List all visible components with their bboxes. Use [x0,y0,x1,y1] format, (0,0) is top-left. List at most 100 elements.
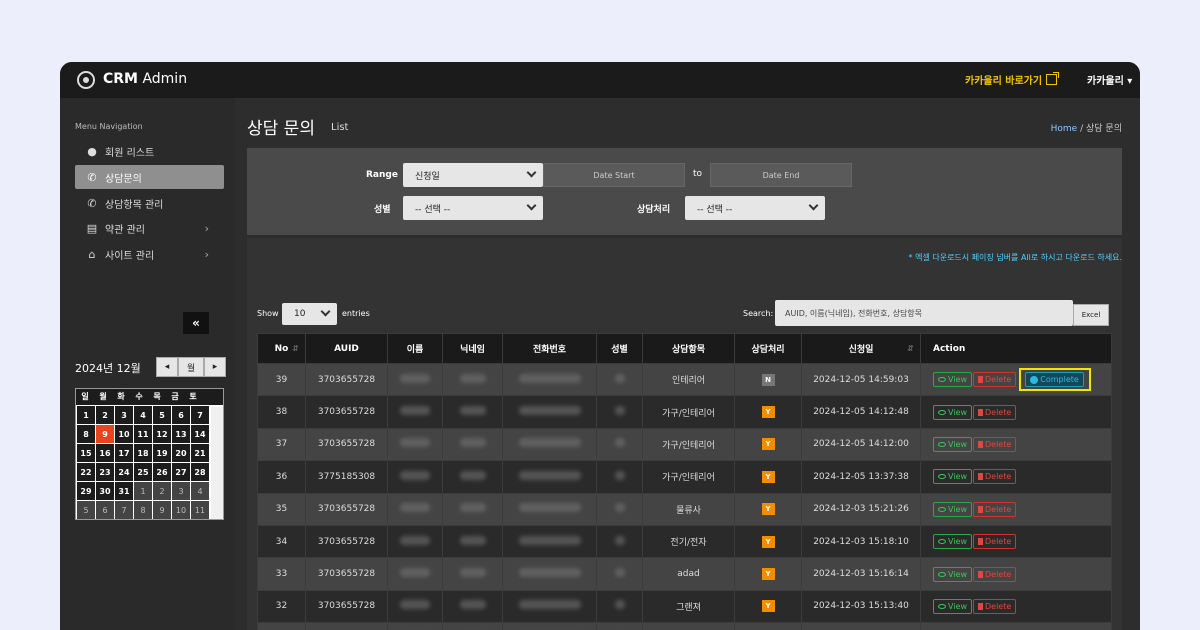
calendar-month-button[interactable]: 월 [178,357,204,377]
calendar-day[interactable]: 14 [191,425,209,443]
col-header-name[interactable]: 이름 [387,333,443,364]
table-row[interactable]: 35 3703655728 물류사 Y 2024-12-03 15:21:26 View D… [257,492,1112,526]
delete-button[interactable]: Delete [972,469,1017,485]
calendar-day[interactable]: 1 [134,482,152,500]
calendar-day[interactable]: 2 [153,482,171,500]
sidebar-item-terms[interactable]: ▤ 약관 관리 › [75,216,224,240]
range-select[interactable]: 신청일 [403,163,543,187]
calendar-day[interactable]: 3 [115,406,133,424]
calendar-day[interactable]: 2 [96,406,114,424]
col-header-phone[interactable]: 전화번호 [502,333,597,364]
calendar-day[interactable]: 12 [153,425,171,443]
delete-button[interactable]: Delete [972,566,1017,582]
calendar-prev-button[interactable]: ◂ [156,357,178,377]
calendar-day[interactable]: 18 [134,444,152,462]
calendar-day[interactable]: 22 [77,463,95,481]
collapse-sidebar-button[interactable]: « [183,312,209,334]
table-row[interactable]: 32 3703655728 그랜져 Y 2024-12-03 15:13:40 View D… [257,589,1112,624]
col-header-date[interactable]: 신청일 ⇵ [801,333,921,364]
delete-button[interactable]: Delete [972,501,1017,517]
table-row[interactable]: 34 3703655728 전기/전자 Y 2024-12-03 15:18:10 Vie… [257,524,1112,559]
calendar-day[interactable]: 16 [96,444,114,462]
col-header-nickname[interactable]: 닉네임 [442,333,503,364]
calendar-day[interactable]: 24 [115,463,133,481]
calendar-day[interactable]: 25 [134,463,152,481]
table-row[interactable]: 39 3703655728 인테리어 N 2024-12-05 14:59:03 View… [257,362,1112,397]
calendar-day[interactable]: 31 [115,482,133,500]
sidebar-item-site[interactable]: ⌂ 사이트 관리 › [75,242,224,266]
calendar-next-button[interactable]: ▸ [204,357,226,377]
calendar-day[interactable]: 29 [77,482,95,500]
calendar-day[interactable]: 11 [134,425,152,443]
calendar-day[interactable]: 27 [172,463,190,481]
calendar-day[interactable]: 15 [77,444,95,462]
calendar-day[interactable]: 10 [115,425,133,443]
calendar-day[interactable]: 9 [96,425,114,443]
calendar-day[interactable]: 23 [96,463,114,481]
delete-button[interactable]: Delete [972,372,1017,388]
date-end-input[interactable]: Date End [710,163,852,187]
view-button[interactable]: View [933,566,972,582]
calendar-day[interactable]: 21 [191,444,209,462]
calendar-day[interactable]: 4 [134,406,152,424]
calendar-day[interactable]: 8 [134,501,152,519]
sidebar-item-consult-items[interactable]: ✆ 상담항목 관리 [75,191,224,215]
calendar-day[interactable]: 5 [77,501,95,519]
calendar-day[interactable]: 1 [77,406,95,424]
sidebar-item-members[interactable]: ● 회원 리스트 [75,139,224,163]
calendar-scrollbar[interactable] [211,407,223,519]
col-header-auid[interactable]: AUID [305,333,388,364]
sidebar-item-inquiries[interactable]: ✆ 상담문의 [75,165,224,189]
date-start-input[interactable]: Date Start [543,163,685,187]
calendar-day[interactable]: 28 [191,463,209,481]
delete-button[interactable]: Delete [972,598,1017,614]
col-header-status[interactable]: 상담처리 [734,333,802,364]
calendar-weekday: 화 [117,392,125,401]
process-select[interactable]: -- 선택 -- [685,196,825,220]
calendar-day[interactable]: 10 [172,501,190,519]
excel-button[interactable]: Excel [1073,304,1109,326]
table-row[interactable]: 38 3703655728 가구/인테리어 Y 2024-12-05 14:12:48 V… [257,395,1112,429]
view-button[interactable]: View [933,501,972,517]
calendar-day[interactable]: 17 [115,444,133,462]
calendar-day[interactable]: 5 [153,406,171,424]
calendar-day[interactable]: 11 [191,501,209,519]
table-row[interactable]: 36 3775185308 가구/인테리어 Y 2024-12-05 13:37:38 V… [257,460,1112,494]
view-button[interactable]: View [933,436,972,452]
kakao-shortcut-link[interactable]: 카카울리 바로가기 [965,72,1060,87]
view-button[interactable]: View [933,404,972,420]
breadcrumb-home-link[interactable]: Home [1051,124,1078,134]
view-button[interactable]: View [933,469,972,485]
complete-button[interactable]: Complete [1025,372,1084,388]
table-row[interactable]: 33 3703655728 adad Y 2024-12-03 15:16:14 View… [257,557,1112,591]
search-input[interactable]: AUID, 이름(닉네임), 전화번호, 상담항목 [775,300,1073,326]
view-button[interactable]: View [933,598,972,614]
col-header-item[interactable]: 상담항목 [642,333,735,364]
brand[interactable]: CRM Admin [103,71,187,87]
col-header-gender[interactable]: 성별 [596,333,643,364]
user-menu[interactable]: 카카울리 ▾ [1087,72,1132,87]
calendar-day[interactable]: 3 [172,482,190,500]
calendar-day[interactable]: 13 [172,425,190,443]
view-button[interactable]: View [933,534,972,550]
calendar-day[interactable]: 8 [77,425,95,443]
calendar-day[interactable]: 26 [153,463,171,481]
calendar-day[interactable]: 9 [153,501,171,519]
calendar-day[interactable]: 7 [115,501,133,519]
table-row[interactable]: 313703655728 없음Y2024-12-03 15:11:12ViewDe… [257,622,1112,630]
calendar-day[interactable]: 30 [96,482,114,500]
calendar-day[interactable]: 7 [191,406,209,424]
delete-button[interactable]: Delete [972,534,1017,550]
calendar-day[interactable]: 4 [191,482,209,500]
calendar-day[interactable]: 6 [96,501,114,519]
delete-button[interactable]: Delete [972,436,1017,452]
calendar-day[interactable]: 19 [153,444,171,462]
calendar-day[interactable]: 20 [172,444,190,462]
calendar-day[interactable]: 6 [172,406,190,424]
delete-button[interactable]: Delete [972,404,1017,420]
col-header-no[interactable]: No ⇵ [257,333,306,364]
table-row[interactable]: 37 3703655728 가구/인테리어 Y 2024-12-05 14:12:00 V… [257,427,1112,462]
entries-select[interactable]: 10 [282,303,337,325]
gender-select[interactable]: -- 선택 -- [403,196,543,220]
view-button[interactable]: View [933,372,972,388]
